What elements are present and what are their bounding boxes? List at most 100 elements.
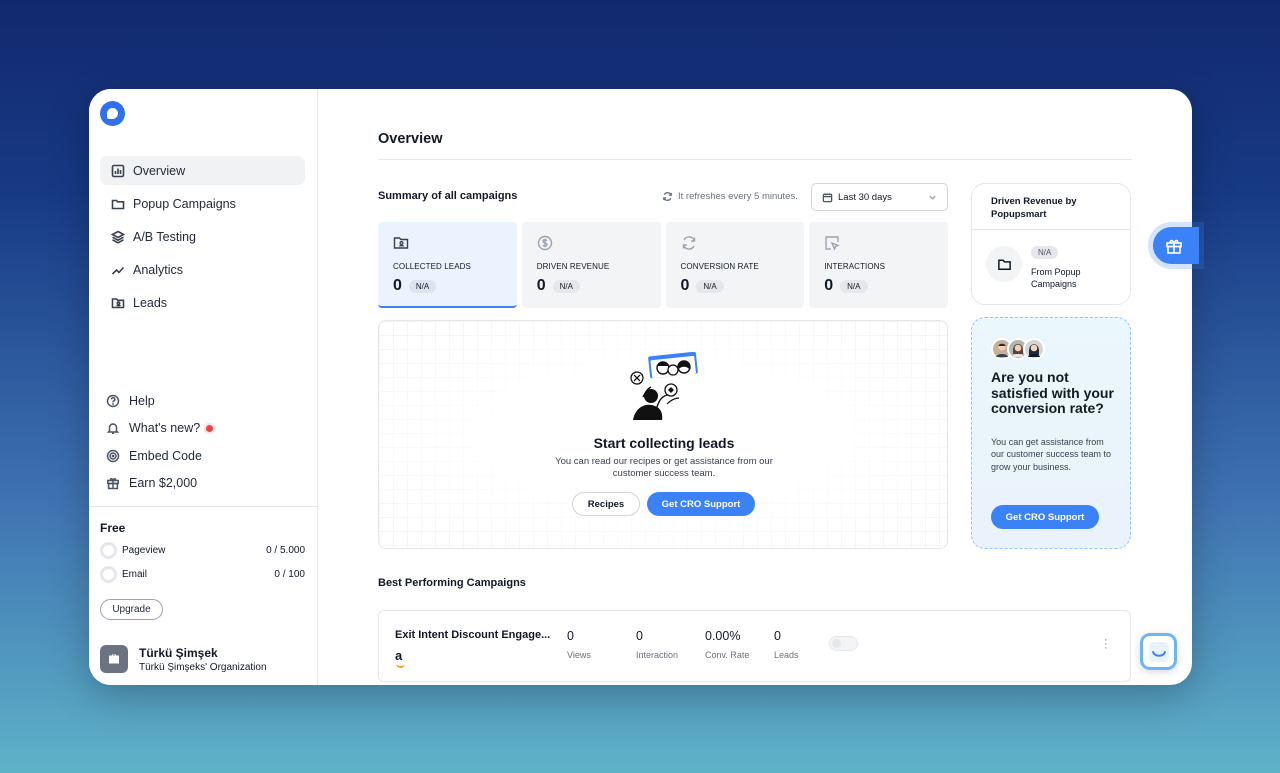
page-title: Overview bbox=[378, 131, 443, 147]
summary-title: Summary of all campaigns bbox=[378, 190, 518, 202]
revenue-card-title: Driven Revenue by Popupsmart bbox=[991, 196, 1077, 220]
main-content: Overview Summary of all campaigns It ref… bbox=[318, 89, 1192, 685]
metric-value: 0 bbox=[636, 629, 643, 643]
earn-label: Earn $2,000 bbox=[129, 476, 198, 491]
metric-conv-rate: 0.00% Conv. Rate bbox=[705, 629, 749, 660]
metric-label: Views bbox=[567, 650, 591, 660]
leads-folder-icon bbox=[111, 296, 125, 310]
embed-icon bbox=[106, 449, 120, 462]
pageview-value: 0 / 5.000 bbox=[266, 544, 305, 556]
date-range-value: Last 30 days bbox=[838, 191, 892, 203]
recipes-button[interactable]: Recipes bbox=[572, 492, 640, 516]
metric-interaction: 0 Interaction bbox=[636, 629, 678, 660]
embed-code-link[interactable]: Embed Code bbox=[106, 442, 306, 470]
email-label: Email bbox=[122, 568, 148, 580]
revenue-badge: N/A bbox=[1031, 246, 1059, 259]
stat-badge: N/A bbox=[696, 279, 724, 293]
nav-item-leads[interactable]: Leads bbox=[100, 288, 305, 317]
email-value: 0 / 100 bbox=[274, 568, 305, 580]
sidebar: Overview Popup Campaigns A/B Testing Ana… bbox=[89, 89, 318, 685]
empty-state-description: You can read our recipes or get assistan… bbox=[555, 456, 773, 479]
nav-item-overview[interactable]: Overview bbox=[100, 156, 305, 185]
date-range-select[interactable]: Last 30 days bbox=[811, 183, 948, 211]
plan-name: Free bbox=[100, 521, 126, 535]
gift-floating-button[interactable] bbox=[1153, 227, 1199, 264]
user-name: Türkü Şimşek bbox=[139, 645, 218, 660]
cro-support-button[interactable]: Get CRO Support bbox=[647, 492, 755, 516]
metric-value: 0.00% bbox=[705, 629, 741, 643]
upgrade-button[interactable]: Upgrade bbox=[100, 599, 163, 620]
metric-label: Interaction bbox=[636, 650, 679, 660]
gift-icon bbox=[1166, 239, 1182, 254]
stat-conversion-rate[interactable]: CONVERSION RATE 0 N/A bbox=[665, 222, 805, 308]
cro-card-description: You can get assistance from our customer… bbox=[991, 437, 1112, 472]
divider bbox=[972, 229, 1130, 230]
get-cro-support-button[interactable]: Get CRO Support bbox=[991, 505, 1099, 529]
chevron-down-icon bbox=[929, 195, 936, 200]
email-usage: Email 0 / 100 bbox=[100, 564, 305, 584]
gift-icon bbox=[107, 478, 119, 490]
refresh-text: It refreshes every 5 minutes. bbox=[678, 191, 798, 202]
trend-icon bbox=[111, 263, 125, 277]
stat-badge: N/A bbox=[408, 279, 437, 293]
stat-badge: N/A bbox=[840, 279, 868, 293]
best-campaigns-title: Best Performing Campaigns bbox=[378, 577, 526, 589]
embed-code-label: Embed Code bbox=[129, 448, 202, 463]
smile-chat-icon bbox=[1148, 641, 1169, 662]
empty-state-title: Start collecting leads bbox=[593, 435, 735, 451]
refresh-note: It refreshes every 5 minutes. bbox=[662, 191, 798, 202]
help-label: Help bbox=[129, 393, 155, 408]
briefcase-icon bbox=[109, 654, 119, 664]
stat-value: 0 bbox=[824, 277, 834, 294]
nav-label: Overview bbox=[133, 163, 186, 178]
stat-badge: N/A bbox=[552, 279, 580, 293]
help-link[interactable]: Help bbox=[106, 387, 306, 415]
metric-leads: 0 Leads bbox=[774, 629, 799, 660]
avatar bbox=[1023, 338, 1045, 360]
earn-link[interactable]: Earn $2,000 bbox=[106, 470, 306, 498]
user-profile[interactable]: Türkü Şimşek Türkü Şimşeks' Organization bbox=[100, 645, 267, 673]
support-team-avatars bbox=[991, 338, 1045, 360]
metric-value: 0 bbox=[567, 629, 574, 643]
stat-label: INTERACTIONS bbox=[824, 262, 886, 271]
cursor-click-icon bbox=[825, 236, 841, 251]
app-window: Overview Popup Campaigns A/B Testing Ana… bbox=[89, 89, 1192, 685]
nav-item-analytics[interactable]: Analytics bbox=[100, 255, 305, 284]
stat-value: 0 bbox=[680, 277, 690, 294]
driven-revenue-card: Driven Revenue by Popupsmart N/A From Po… bbox=[971, 183, 1131, 305]
metric-views: 0 Views bbox=[567, 629, 591, 660]
calendar-icon bbox=[822, 192, 833, 202]
revenue-source: From Popup Campaigns bbox=[1031, 267, 1081, 289]
nav-label: Analytics bbox=[133, 262, 184, 277]
chat-widget-button[interactable] bbox=[1140, 633, 1177, 670]
main-nav: Overview Popup Campaigns A/B Testing Ana… bbox=[100, 156, 305, 321]
secondary-nav: Help What's new? Embed Code Earn $2,000 bbox=[106, 387, 306, 497]
stat-driven-revenue[interactable]: DRIVEN REVENUE 0 N/A bbox=[521, 222, 661, 308]
more-options-icon[interactable]: · · · bbox=[1104, 635, 1108, 654]
help-icon bbox=[106, 394, 120, 407]
stat-label: CONVERSION RATE bbox=[680, 262, 759, 271]
pageview-label: Pageview bbox=[122, 544, 166, 556]
nav-label: Leads bbox=[133, 295, 168, 310]
campaign-row[interactable]: Exit Intent Discount Engage... a 0 Views… bbox=[378, 610, 1131, 682]
stat-interactions[interactable]: INTERACTIONS 0 N/A bbox=[809, 222, 948, 308]
nav-item-ab-testing[interactable]: A/B Testing bbox=[100, 222, 305, 251]
whats-new-label: What's new? bbox=[129, 421, 201, 436]
nav-label: A/B Testing bbox=[133, 229, 197, 244]
email-progress-ring bbox=[100, 565, 117, 583]
empty-state-panel: Start collecting leads You can read our … bbox=[378, 320, 948, 549]
campaign-toggle[interactable] bbox=[829, 636, 858, 651]
stat-value: 0 bbox=[536, 277, 546, 294]
leads-folder-icon bbox=[393, 237, 409, 249]
user-org: Türkü Şimşeks' Organization bbox=[139, 661, 267, 673]
whats-new-link[interactable]: What's new? bbox=[106, 415, 306, 443]
popupsmart-logo[interactable] bbox=[100, 101, 125, 126]
dollar-icon bbox=[537, 235, 552, 251]
stat-collected-leads[interactable]: COLLECTED LEADS 0 N/A bbox=[378, 222, 517, 308]
nav-item-popup-campaigns[interactable]: Popup Campaigns bbox=[100, 189, 305, 218]
refresh-icon bbox=[663, 191, 672, 202]
stats-tabs: COLLECTED LEADS 0 N/A DRIVEN REVENUE 0 N… bbox=[378, 222, 948, 308]
folder-icon bbox=[111, 197, 125, 211]
campaign-name[interactable]: Exit Intent Discount Engage... bbox=[395, 629, 550, 641]
notification-dot bbox=[206, 424, 214, 432]
